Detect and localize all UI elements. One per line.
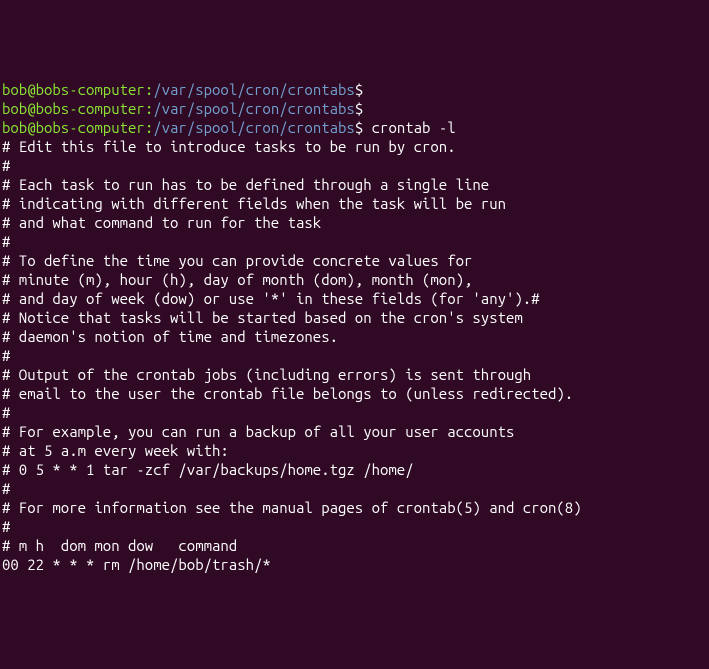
output-line: # 0 5 * * 1 tar -zcf /var/backups/home.t… — [2, 460, 707, 479]
output-line: # — [2, 232, 707, 251]
output-line: # at 5 a.m every week with: — [2, 441, 707, 460]
output-line: # Output of the crontab jobs (including … — [2, 365, 707, 384]
output-line: # For more information see the manual pa… — [2, 498, 707, 517]
prompt-line-3: bob@bobs-computer:/var/spool/cron/cronta… — [2, 118, 707, 137]
output-line: # — [2, 403, 707, 422]
prompt-line-2: bob@bobs-computer:/var/spool/cron/cronta… — [2, 99, 707, 118]
prompt-user-host: bob@bobs-computer — [2, 81, 145, 98]
output-line: # — [2, 479, 707, 498]
prompt-dollar: $ — [355, 81, 363, 98]
output-line: 00 22 * * * rm /home/bob/trash/* — [2, 555, 707, 574]
output-line: # m h dom mon dow command — [2, 536, 707, 555]
output-line: # email to the user the crontab file bel… — [2, 384, 707, 403]
prompt-dollar: $ — [355, 100, 363, 117]
output-line: # Edit this file to introduce tasks to b… — [2, 137, 707, 156]
output-line: # To define the time you can provide con… — [2, 251, 707, 270]
prompt-path: /var/spool/cron/crontabs — [153, 81, 355, 98]
command-text: crontab -l — [372, 119, 456, 136]
output-line: # and day of week (dow) or use '*' in th… — [2, 289, 707, 308]
output-line: # indicating with different fields when … — [2, 194, 707, 213]
output-line: # daemon's notion of time and timezones. — [2, 327, 707, 346]
prompt-path: /var/spool/cron/crontabs — [153, 119, 355, 136]
prompt-line-1: bob@bobs-computer:/var/spool/cron/cronta… — [2, 80, 707, 99]
output-line: # and what command to run for the task — [2, 213, 707, 232]
output-line: # — [2, 156, 707, 175]
prompt-user-host: bob@bobs-computer — [2, 119, 145, 136]
prompt-colon: : — [145, 119, 153, 136]
prompt-colon: : — [145, 100, 153, 117]
output-line: # — [2, 517, 707, 536]
prompt-dollar: $ — [355, 119, 372, 136]
output-line: # For example, you can run a backup of a… — [2, 422, 707, 441]
terminal-content[interactable]: bob@bobs-computer:/var/spool/cron/cronta… — [2, 80, 707, 574]
prompt-user-host: bob@bobs-computer — [2, 100, 145, 117]
output-line: # Each task to run has to be defined thr… — [2, 175, 707, 194]
prompt-colon: : — [145, 81, 153, 98]
output-line: # minute (m), hour (h), day of month (do… — [2, 270, 707, 289]
prompt-path: /var/spool/cron/crontabs — [153, 100, 355, 117]
output-line: # Notice that tasks will be started base… — [2, 308, 707, 327]
output-line: # — [2, 346, 707, 365]
